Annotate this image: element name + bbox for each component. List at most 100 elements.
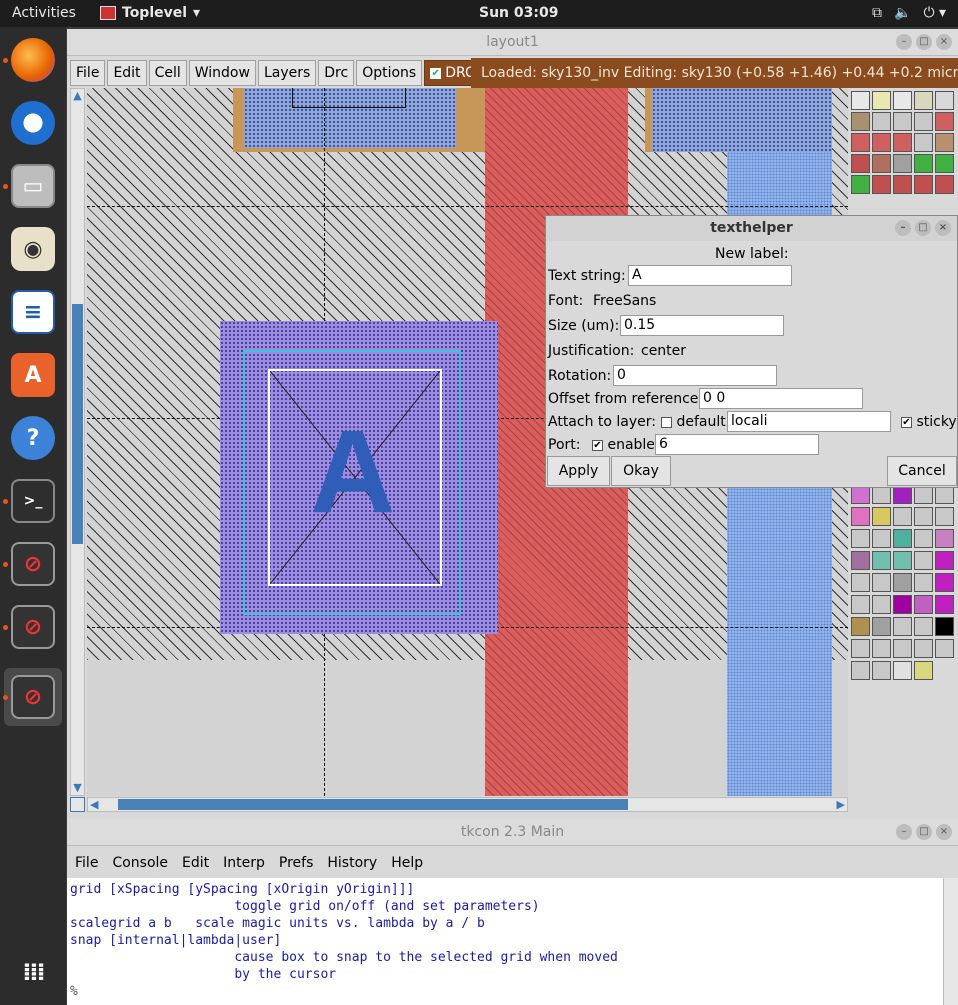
layer-swatch[interactable] [851, 617, 870, 636]
layer-swatch[interactable] [872, 661, 891, 680]
firefox-launcher[interactable] [4, 31, 62, 89]
thunderbird-launcher[interactable] [4, 94, 62, 152]
layer-input[interactable]: locali [727, 411, 891, 432]
tk-menu-history[interactable]: History [327, 855, 377, 871]
tk-menu-interp[interactable]: Interp [223, 855, 265, 871]
close-icon[interactable]: × [936, 824, 952, 840]
layer-swatch[interactable] [914, 617, 933, 636]
tk-menu-edit[interactable]: Edit [182, 855, 209, 871]
cancel-button[interactable]: Cancel [887, 456, 957, 486]
layer-swatch[interactable] [893, 595, 912, 614]
terminal-launcher[interactable]: >_ [4, 472, 62, 530]
menu-edit[interactable]: Edit [107, 60, 147, 86]
activities-button[interactable]: Activities [12, 5, 76, 21]
power-icon[interactable]: ⏻ ▾ [923, 5, 946, 21]
vertical-scroll-thumb[interactable] [72, 304, 83, 544]
layer-swatch[interactable] [935, 529, 954, 548]
layer-swatch[interactable] [893, 573, 912, 592]
layer-swatch[interactable] [872, 529, 891, 548]
tk-menu-prefs[interactable]: Prefs [279, 855, 313, 871]
layer-swatch[interactable] [893, 133, 912, 152]
console-prompt[interactable]: % [70, 983, 940, 1000]
layer-swatch[interactable] [851, 529, 870, 548]
zoom-box-icon[interactable] [70, 797, 85, 812]
writer-launcher[interactable]: ≡ [4, 283, 62, 341]
menu-window[interactable]: Window [188, 60, 256, 86]
layer-swatch[interactable] [893, 112, 912, 131]
apply-button[interactable]: Apply [547, 456, 610, 486]
toplevel-launcher-3[interactable]: ⊘ [4, 668, 62, 726]
help-launcher[interactable]: ? [4, 409, 62, 467]
menu-options[interactable]: Options [356, 60, 423, 86]
minimize-icon[interactable]: – [896, 34, 912, 50]
layer-swatch[interactable] [893, 91, 912, 110]
minimize-icon[interactable]: – [896, 824, 912, 840]
layer-swatch[interactable] [935, 154, 954, 173]
layer-swatch[interactable] [872, 91, 891, 110]
layer-swatch[interactable] [851, 661, 870, 680]
port-index-input[interactable]: 6 [655, 434, 819, 455]
rhythmbox-launcher[interactable]: ◉ [4, 220, 62, 278]
layer-swatch[interactable] [935, 112, 954, 131]
tkcon-titlebar[interactable]: tkcon 2.3 Main – □ × [67, 819, 958, 846]
layer-swatch[interactable] [893, 507, 912, 526]
layer-swatch[interactable] [893, 154, 912, 173]
rotation-input[interactable]: 0 [613, 365, 777, 386]
layer-swatch[interactable] [935, 91, 954, 110]
menu-file[interactable]: File [70, 60, 106, 86]
layer-swatch[interactable] [914, 639, 933, 658]
toplevel-launcher-1[interactable]: ⊘ [4, 535, 62, 593]
minimize-icon[interactable]: – [895, 220, 911, 236]
layer-swatch[interactable] [851, 573, 870, 592]
sticky-checkbox[interactable]: ✔ sticky [901, 414, 957, 430]
app-menu[interactable]: Toplevel ▾ [100, 5, 200, 21]
show-applications-button[interactable]: ⁞⁞⁞ [4, 943, 62, 1001]
layer-swatch[interactable] [935, 507, 954, 526]
volume-icon[interactable]: 🔈 [894, 5, 911, 21]
tk-menu-help[interactable]: Help [391, 855, 423, 871]
layer-swatch[interactable] [914, 595, 933, 614]
layer-swatch[interactable] [914, 661, 933, 680]
port-enable-checkbox[interactable]: ✔ enable [592, 437, 655, 453]
layer-swatch[interactable] [872, 175, 891, 194]
layer-swatch[interactable] [935, 639, 954, 658]
text-string-input[interactable]: A [628, 265, 792, 286]
layer-swatch[interactable] [893, 661, 912, 680]
layer-swatch[interactable] [872, 573, 891, 592]
layer-swatch[interactable] [893, 617, 912, 636]
layer-swatch[interactable] [872, 507, 891, 526]
layer-swatch[interactable] [935, 617, 954, 636]
maximize-icon[interactable]: □ [915, 220, 931, 236]
layer-swatch[interactable] [872, 154, 891, 173]
maximize-icon[interactable]: □ [916, 34, 932, 50]
layer-swatch[interactable] [914, 529, 933, 548]
layer-swatch[interactable] [914, 154, 933, 173]
vertical-scrollbar[interactable]: ▲ ▼ [70, 88, 85, 796]
layer-swatch[interactable] [872, 551, 891, 570]
dialog-titlebar[interactable]: texthelper – □ × [546, 216, 957, 241]
scroll-up-icon[interactable]: ▲ [71, 89, 84, 103]
menu-layers[interactable]: Layers [257, 60, 317, 86]
layer-swatch[interactable] [851, 595, 870, 614]
close-icon[interactable]: × [935, 220, 951, 236]
scroll-down-icon[interactable]: ▼ [71, 781, 84, 795]
layer-swatch[interactable] [851, 133, 870, 152]
font-value[interactable]: FreeSans [593, 293, 656, 309]
layer-swatch[interactable] [935, 551, 954, 570]
layer-swatch[interactable] [935, 133, 954, 152]
scroll-left-icon[interactable]: ◀ [90, 798, 98, 811]
layer-swatch[interactable] [893, 639, 912, 658]
software-launcher[interactable]: A [4, 346, 62, 404]
layer-swatch[interactable] [851, 112, 870, 131]
layer-swatch[interactable] [872, 639, 891, 658]
layer-swatch[interactable] [914, 551, 933, 570]
layout-titlebar[interactable]: layout1 – □ × [67, 29, 958, 56]
layer-swatch[interactable] [851, 639, 870, 658]
layer-swatch[interactable] [914, 112, 933, 131]
size-input[interactable]: 0.15 [620, 315, 784, 336]
layer-swatch[interactable] [872, 595, 891, 614]
layer-swatch[interactable] [872, 617, 891, 636]
maximize-icon[interactable]: □ [916, 824, 932, 840]
toplevel-launcher-2[interactable]: ⊘ [4, 598, 62, 656]
layer-swatch[interactable] [914, 507, 933, 526]
